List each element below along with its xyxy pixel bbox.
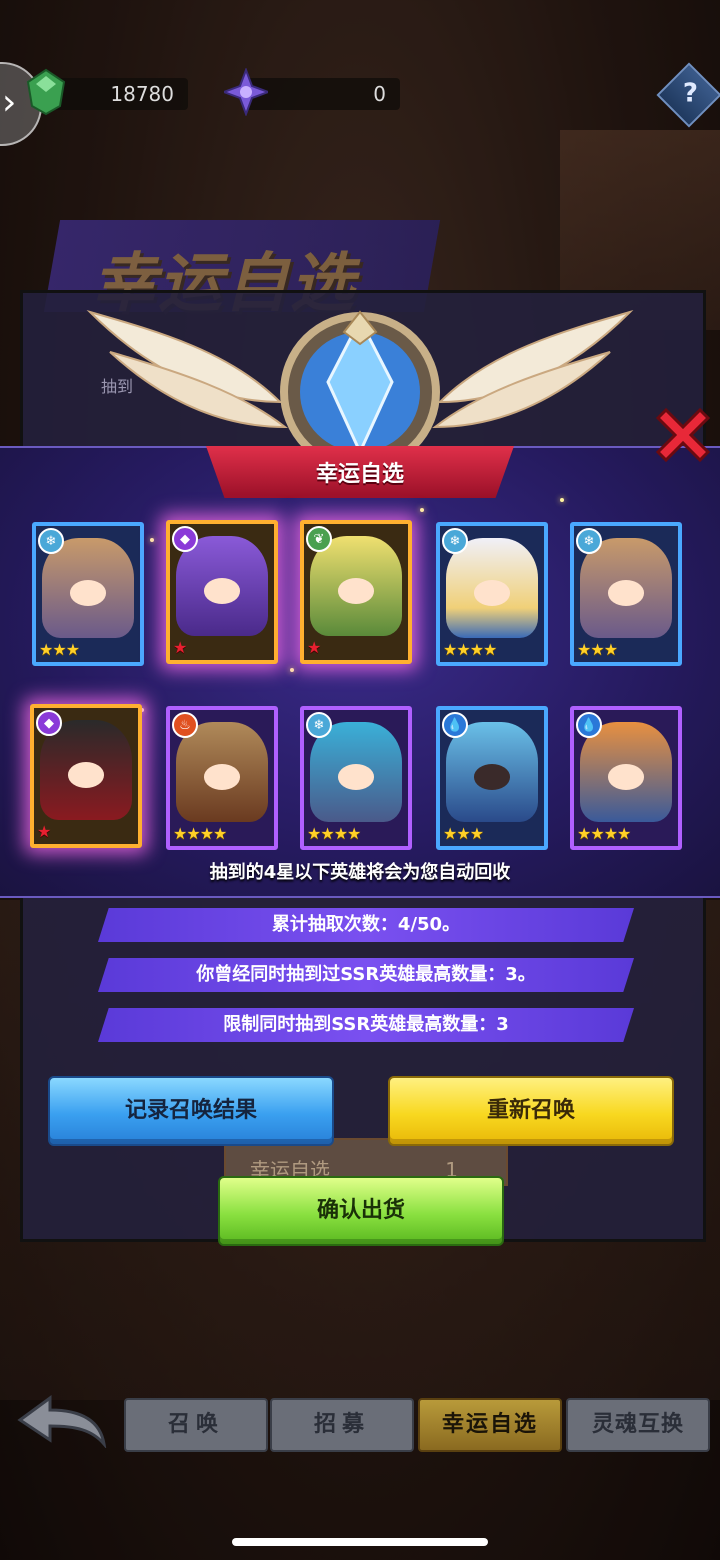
max-ssr-history-strip: 你曾经同时抽到过SSR英雄最高数量：3。 <box>98 958 634 992</box>
chevron-right-icon: › <box>2 82 17 123</box>
star-rating: ★★★★ <box>443 640 497 659</box>
sparkle <box>420 508 424 512</box>
sparkle <box>560 498 564 502</box>
green-gem-icon <box>26 68 66 116</box>
hero-face <box>337 578 375 604</box>
hero-face <box>607 580 645 606</box>
crystal-value: 0 <box>373 82 386 106</box>
sparkle <box>150 538 154 542</box>
star-rating: ★ <box>37 822 51 841</box>
hero-face <box>203 764 241 790</box>
dark-element-icon: ◆ <box>36 710 62 736</box>
confirm-button[interactable]: 确认出货 <box>218 1176 504 1246</box>
total-draws-strip: 累计抽取次数：4/50。 <box>98 908 634 942</box>
hero-face <box>607 764 645 790</box>
question-icon: ? <box>682 78 698 109</box>
hero-card-1[interactable]: ❄ ★★★ <box>32 522 144 666</box>
star-rating: ★★★ <box>443 824 484 843</box>
hero-card-9[interactable]: 💧 ★★★ <box>436 706 548 850</box>
star-rating: ★★★★ <box>173 824 227 843</box>
tab-summon[interactable]: 召唤 <box>124 1398 268 1452</box>
help-button[interactable]: ? <box>656 62 720 128</box>
hero-card-3[interactable]: ❦ ★ <box>300 520 412 664</box>
back-arrow-icon[interactable] <box>16 1394 108 1448</box>
ice-element-icon: ❄ <box>442 528 468 554</box>
tab-lucky-pick[interactable]: 幸运自选 <box>418 1398 562 1452</box>
tab-soul-swap[interactable]: 灵魂互换 <box>566 1398 710 1452</box>
hero-card-8[interactable]: ❄ ★★★★ <box>300 706 412 850</box>
star-rating: ★ <box>173 638 187 657</box>
popup-title: 幸运自选 <box>315 462 404 487</box>
nature-element-icon: ❦ <box>306 526 332 552</box>
hero-face <box>69 580 107 606</box>
coin-value: 18780 <box>110 82 174 106</box>
tab-recruit[interactable]: 招募 <box>270 1398 414 1452</box>
purple-crystal-icon <box>224 68 268 116</box>
fire-element-icon: ♨ <box>172 712 198 738</box>
water-element-icon: 💧 <box>442 712 468 738</box>
star-rating: ★ <box>307 638 321 657</box>
ice-element-icon: ❄ <box>306 712 332 738</box>
dark-element-icon: ◆ <box>172 526 198 552</box>
ice-element-icon: ❄ <box>38 528 64 554</box>
hero-card-4[interactable]: ❄ ★★★★ <box>436 522 548 666</box>
close-icon[interactable] <box>652 404 714 466</box>
star-rating: ★★★ <box>39 640 80 659</box>
star-rating: ★★★★ <box>307 824 361 843</box>
ice-element-icon: ❄ <box>576 528 602 554</box>
ssr-limit-strip: 限制同时抽到SSR英雄最高数量：3 <box>98 1008 634 1042</box>
hero-card-7[interactable]: ♨ ★★★★ <box>166 706 278 850</box>
sparkle <box>290 668 294 672</box>
hero-card-2[interactable]: ◆ ★ <box>166 520 278 664</box>
hero-card-6[interactable]: ◆ ★ <box>30 704 142 848</box>
resummon-button[interactable]: 重新召唤 <box>388 1076 674 1146</box>
auto-recycle-notice: 抽到的4星以下英雄将会为您自动回收 <box>209 862 511 883</box>
hero-face <box>203 578 241 604</box>
record-results-button[interactable]: 记录召唤结果 <box>48 1076 334 1146</box>
coin-counter: 18780 <box>26 68 188 116</box>
hero-face <box>473 580 511 606</box>
hero-face <box>337 764 375 790</box>
home-indicator[interactable] <box>232 1538 488 1546</box>
top-bar: › 18780 0 ? <box>0 62 720 146</box>
hero-face <box>473 764 511 790</box>
winged-crystal-emblem <box>86 309 634 472</box>
star-rating: ★★★★ <box>577 824 631 843</box>
crystal-counter: 0 <box>224 68 400 116</box>
water-element-icon: 💧 <box>576 712 602 738</box>
hero-card-10[interactable]: 💧 ★★★★ <box>570 706 682 850</box>
star-rating: ★★★ <box>577 640 618 659</box>
hero-face <box>67 762 105 788</box>
hero-card-5[interactable]: ❄ ★★★ <box>570 522 682 666</box>
